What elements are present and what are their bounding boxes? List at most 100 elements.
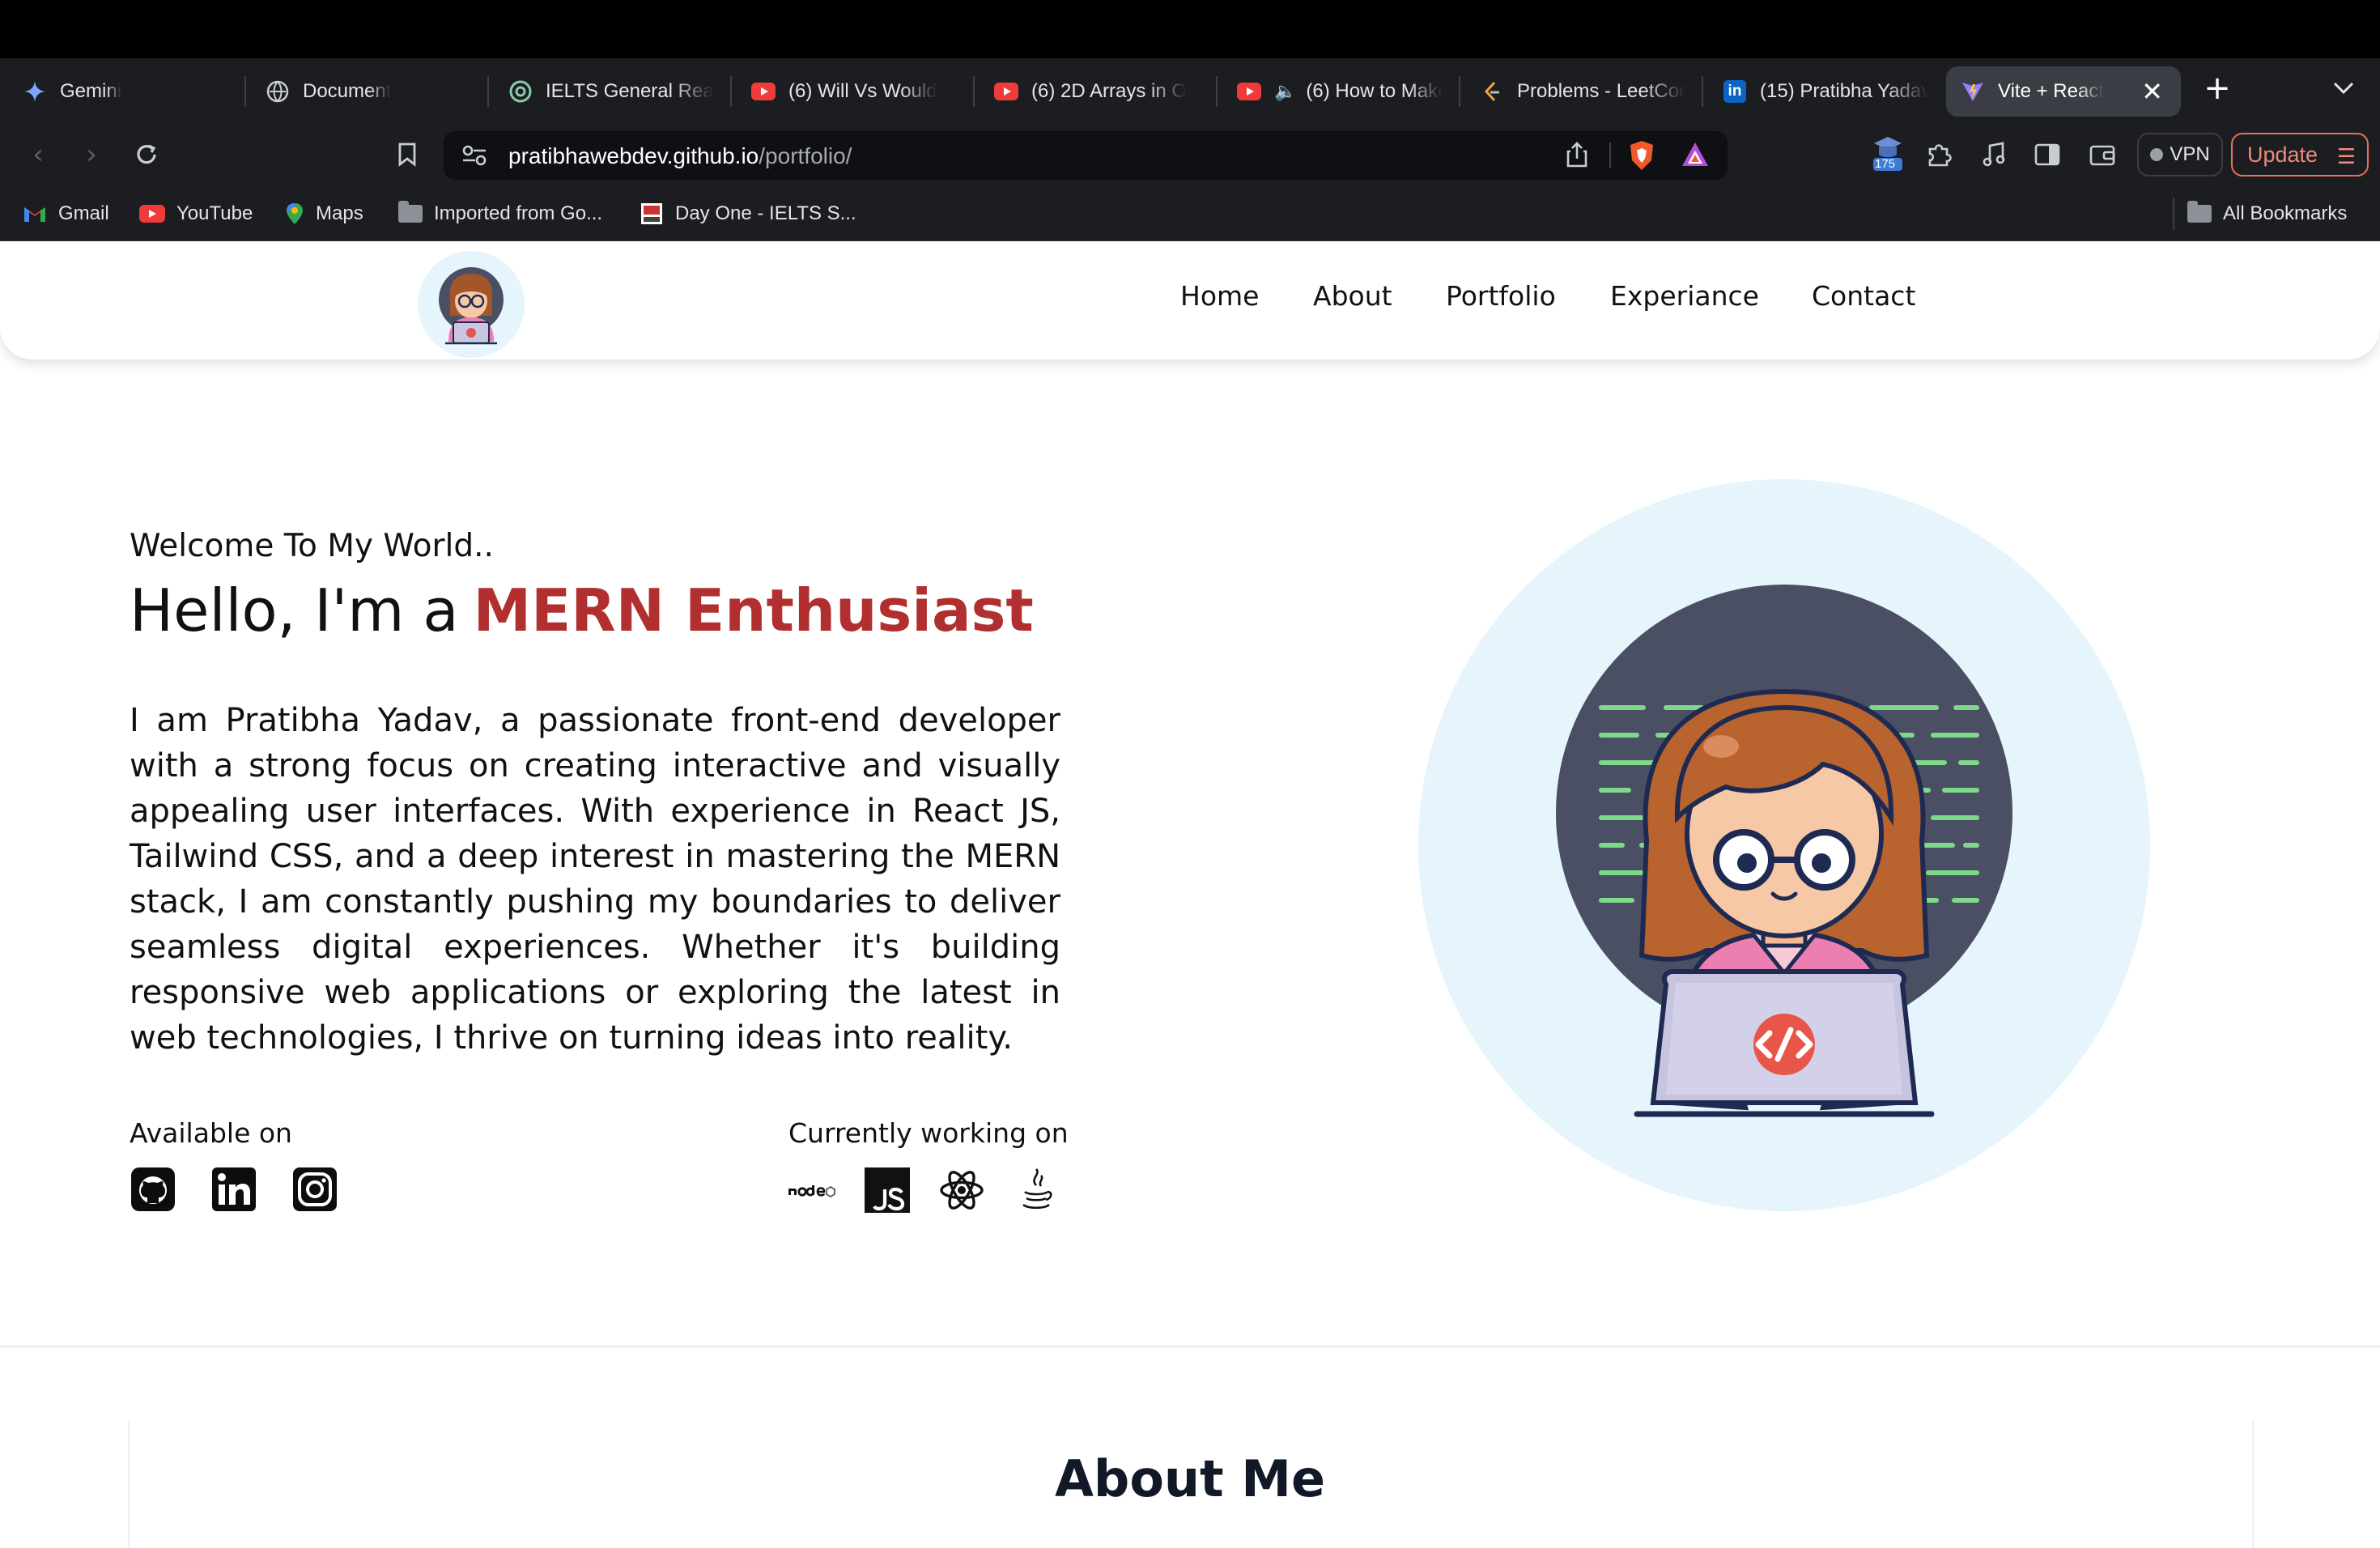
gemini-icon: [23, 79, 47, 104]
nav-experiance[interactable]: Experiance: [1610, 280, 1759, 312]
reload-icon[interactable]: [128, 136, 165, 173]
back-icon[interactable]: ‹: [19, 136, 57, 173]
folder-icon: [398, 201, 423, 223]
tab-linkedin[interactable]: in (15) Pratibha Yadav: [1708, 66, 1943, 117]
tab-label: (6) How to Make: [1306, 80, 1443, 102]
bookmark-label: Gmail: [58, 202, 109, 224]
tab-label: IELTS General Reading: [546, 80, 714, 102]
vpn-label: VPN: [2170, 143, 2210, 165]
tab-leetcode[interactable]: Problems - LeetCode: [1465, 66, 1700, 117]
tab-separator: [487, 76, 489, 107]
brave-shields-icon[interactable]: [1627, 139, 1656, 175]
hero-heading-prefix: Hello, I'm a: [130, 576, 459, 644]
tab-label: Gemini: [60, 80, 122, 102]
bookmark-folder-imported[interactable]: Imported from Go...: [398, 196, 602, 232]
tab-separator: [1216, 76, 1218, 107]
bio-paragraph: I am Pratibha Yadav, a passionate front-…: [130, 702, 1060, 1057]
nav-home[interactable]: Home: [1180, 280, 1259, 312]
bookmark-label: Day One - IELTS S...: [675, 202, 856, 224]
tab-document[interactable]: Document: [251, 66, 486, 117]
linkedin-icon: in: [1723, 79, 1747, 104]
nodejs-icon: [787, 1166, 837, 1214]
site-logo[interactable]: [418, 251, 525, 358]
tab-ielts[interactable]: IELTS General Reading: [494, 66, 729, 117]
gmail-icon: [23, 204, 47, 223]
welcome-text: Welcome To My World..: [130, 528, 494, 564]
site-settings-icon[interactable]: [461, 143, 487, 171]
nav-contact[interactable]: Contact: [1812, 280, 1915, 312]
about-heading: About Me: [1054, 1449, 1326, 1508]
update-button[interactable]: Update ☰: [2231, 133, 2369, 176]
url-path: /portfolio/: [759, 143, 852, 168]
developer-illustration: [1418, 479, 2150, 1211]
folder-icon: [2187, 201, 2212, 223]
all-bookmarks[interactable]: All Bookmarks: [2187, 196, 2347, 232]
tab-label: Document: [303, 80, 392, 102]
java-icon: [1017, 1166, 1056, 1214]
bookmark-icon[interactable]: [389, 136, 426, 173]
tab-youtube-2d-arrays[interactable]: (6) 2D Arrays in O: [980, 66, 1214, 117]
available-on-label: Available on: [130, 1117, 292, 1149]
youtube-icon: [139, 205, 165, 223]
ielts-icon: [640, 202, 664, 226]
wallet-badge-icon[interactable]: 175: [1868, 133, 1907, 175]
separator: [2173, 198, 2174, 230]
bookmark-label: Maps: [316, 202, 363, 224]
hero-role: MERN Enthusiast: [473, 576, 1034, 644]
wallet-icon[interactable]: [2084, 136, 2121, 173]
bookmark-gmail[interactable]: Gmail: [23, 196, 109, 232]
vpn-status-icon: [2150, 148, 2164, 161]
tab-strip: Gemini Document IELTS General Reading (6…: [0, 58, 2380, 123]
linkedin-icon[interactable]: [210, 1166, 257, 1213]
separator: [1609, 142, 1611, 168]
nav-portfolio[interactable]: Portfolio: [1446, 280, 1556, 312]
forward-icon[interactable]: ›: [73, 136, 110, 173]
speaker-icon[interactable]: 🔈: [1274, 81, 1296, 102]
sidebar-icon[interactable]: [2029, 136, 2066, 173]
url-text[interactable]: pratibhawebdev.github.io/portfolio/: [508, 143, 852, 169]
instagram-icon[interactable]: [291, 1166, 338, 1213]
bookmark-maps[interactable]: Maps: [285, 196, 363, 232]
extensions-icon[interactable]: [1920, 136, 1957, 173]
tab-label: Problems - LeetCode: [1517, 80, 1685, 102]
tab-vite-react[interactable]: Vite + React ✕: [1946, 66, 2181, 117]
vpn-button[interactable]: VPN: [2137, 133, 2223, 176]
currently-working-label: Currently working on: [788, 1117, 1069, 1149]
github-icon[interactable]: [130, 1166, 176, 1213]
media-icon[interactable]: [1975, 136, 2012, 173]
close-icon[interactable]: ✕: [2141, 76, 2163, 107]
maps-icon: [285, 202, 304, 226]
tab-label: (6) Will Vs Would: [788, 80, 937, 102]
hamburger-menu-icon[interactable]: ☰: [2337, 144, 2356, 169]
tab-label: (6) 2D Arrays in O: [1031, 80, 1188, 102]
new-tab-button[interactable]: +: [2199, 70, 2236, 107]
tab-youtube-will-would[interactable]: (6) Will Vs Would: [737, 66, 971, 117]
nav-about[interactable]: About: [1313, 280, 1392, 312]
javascript-icon: [865, 1166, 910, 1214]
bookmark-label: Imported from Go...: [434, 202, 603, 224]
bookmark-day-one-ielts[interactable]: Day One - IELTS S...: [640, 196, 856, 232]
globe-icon: [266, 79, 290, 104]
tab-separator: [1702, 76, 1703, 107]
tab-gemini[interactable]: Gemini: [8, 66, 243, 117]
address-bar[interactable]: pratibhawebdev.github.io/portfolio/: [444, 131, 1728, 180]
bookmark-label: YouTube: [176, 202, 253, 224]
brave-rewards-icon[interactable]: [1681, 141, 1710, 172]
tab-search-chevron-icon[interactable]: [2325, 70, 2362, 107]
youtube-icon: [994, 79, 1018, 104]
bookmarks-bar: Gmail YouTube Maps Imported from Go... D…: [0, 186, 2380, 241]
section-divider: [0, 1346, 2380, 1347]
youtube-icon: [751, 79, 776, 104]
share-icon[interactable]: [1566, 141, 1588, 172]
shields-count: 175: [1875, 157, 1896, 171]
tab-separator: [973, 76, 975, 107]
chatgpt-icon: [508, 79, 533, 104]
tab-separator: [244, 76, 246, 107]
tab-label: (15) Pratibha Yadav: [1760, 80, 1928, 102]
bookmark-youtube[interactable]: YouTube: [139, 196, 253, 232]
update-label: Update: [2247, 142, 2318, 167]
window-top-bar: [0, 0, 2380, 58]
tab-youtube-how-to-make[interactable]: 🔈 (6) How to Make: [1222, 66, 1457, 117]
react-icon: [939, 1166, 984, 1214]
avatar-icon: [439, 267, 504, 345]
